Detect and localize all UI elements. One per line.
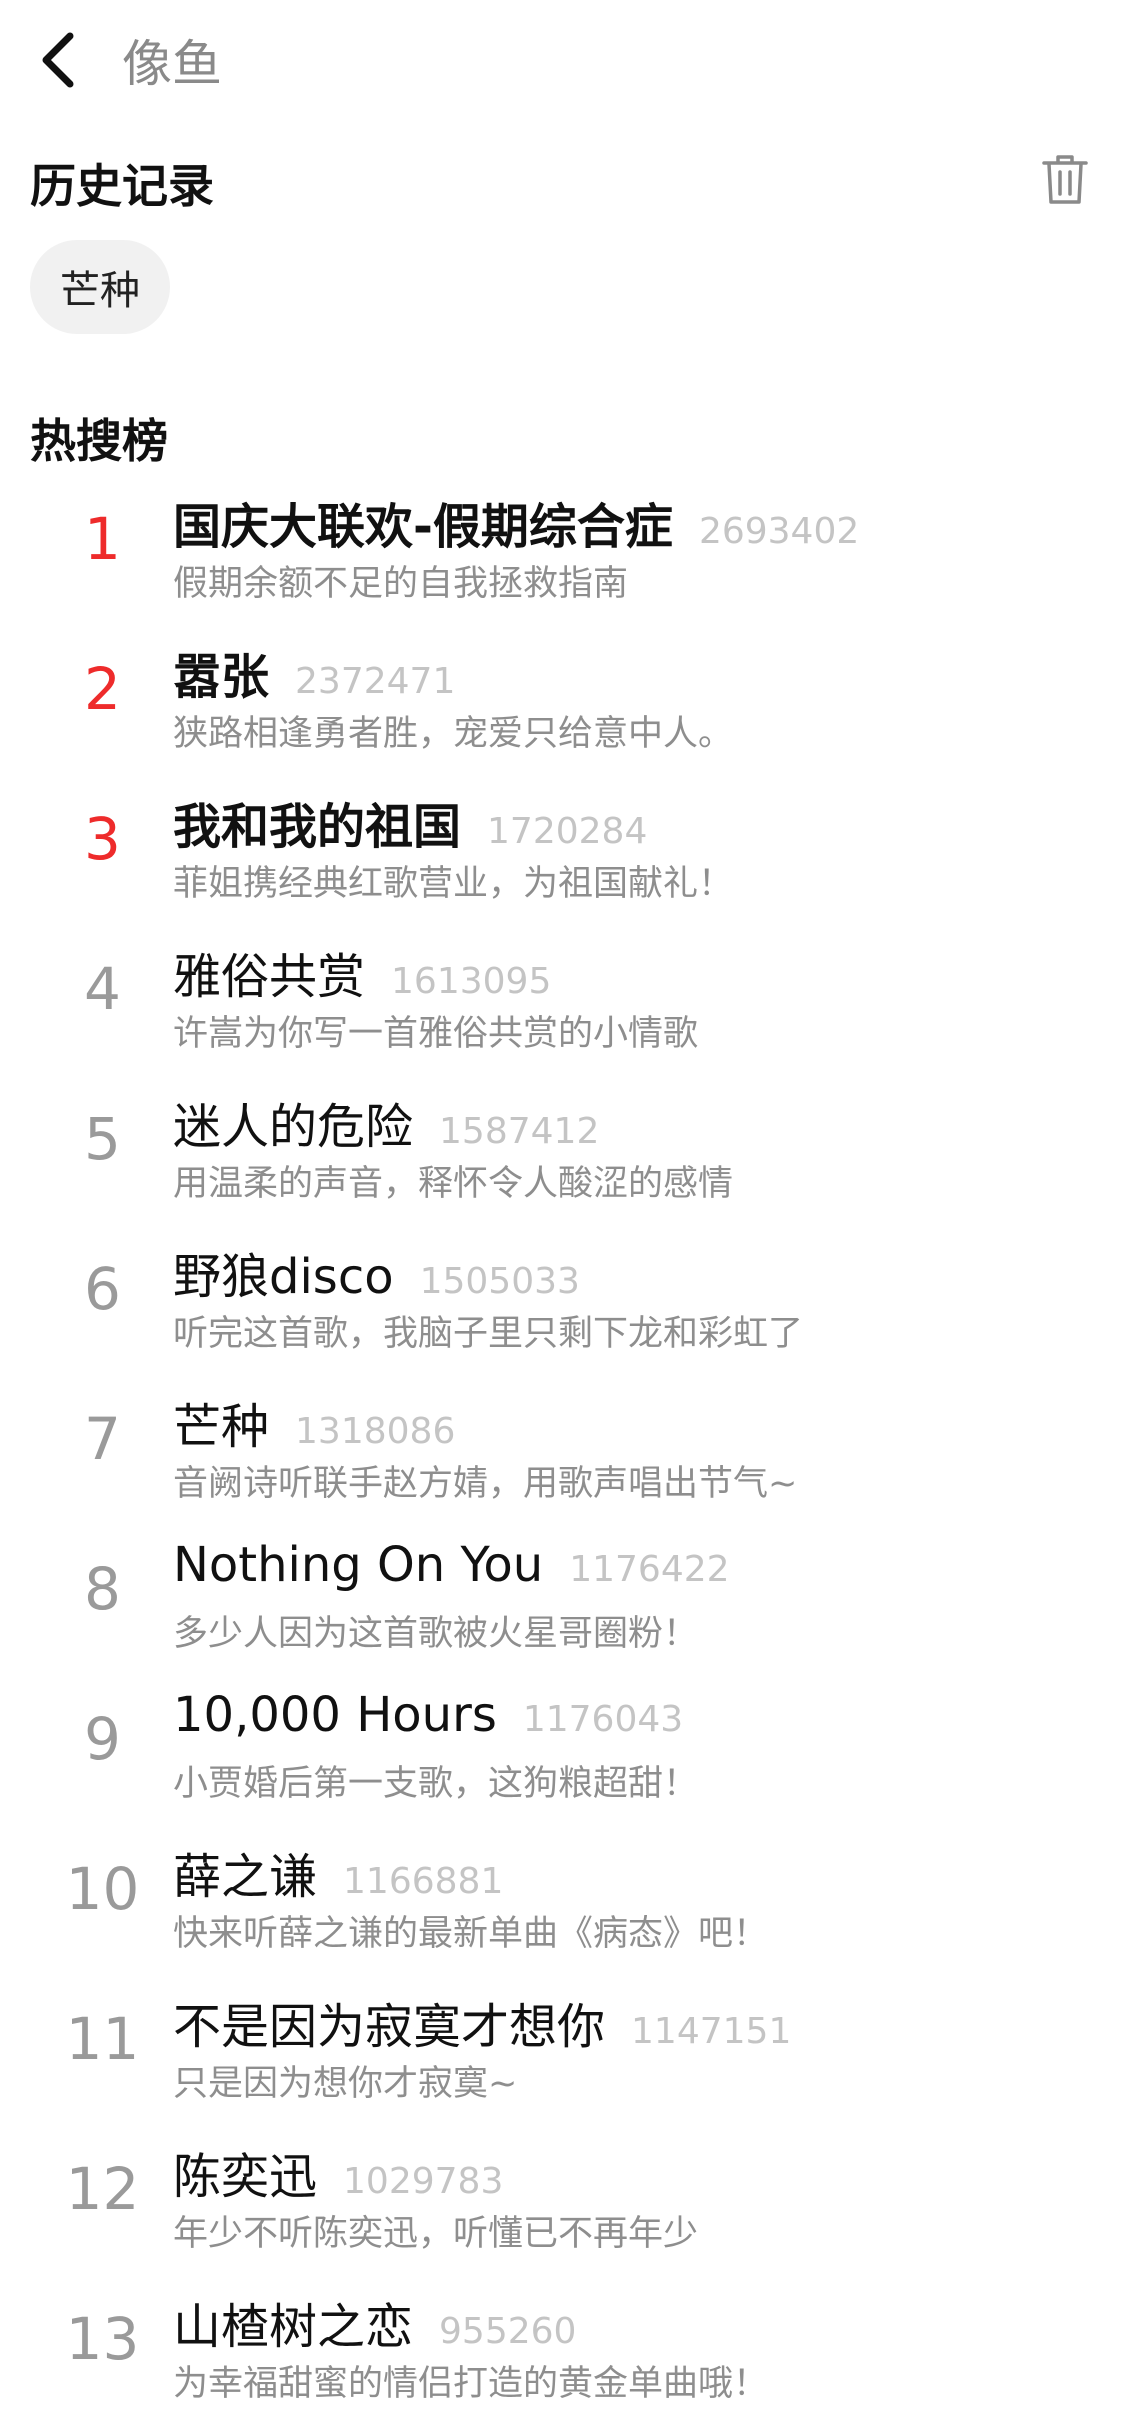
rank-number: 1	[84, 505, 121, 573]
rank-number: 11	[65, 2005, 140, 2073]
item-count: 2372471	[295, 661, 456, 702]
hot-search-item[interactable]: 3 我和我的祖国 1720284 菲姐携经典红歌营业，为祖国献礼！	[0, 775, 1125, 925]
hot-search-item[interactable]: 9 10,000 Hours 1176043 小贾婚后第一支歌，这狗粮超甜！	[0, 1675, 1125, 1825]
item-title: Nothing On You	[173, 1537, 544, 1593]
item-title-row: 10,000 Hours 1176043	[173, 1687, 683, 1743]
item-title: 雅俗共赏	[173, 949, 366, 1005]
item-title-row: 芒种 1318086	[173, 1387, 455, 1457]
rank-number: 8	[84, 1555, 121, 1623]
rank-number: 7	[84, 1405, 121, 1473]
item-title: 国庆大联欢-假期综合症	[173, 499, 673, 555]
item-title: 10,000 Hours	[173, 1687, 497, 1743]
item-title: 不是因为寂寞才想你	[173, 1999, 606, 2055]
item-description: 为幸福甜蜜的情侣打造的黄金单曲哦！	[173, 2364, 769, 2404]
chevron-left-icon	[42, 32, 74, 88]
item-description: 年少不听陈奕迅，听懂已不再年少	[173, 2214, 699, 2254]
clear-history-button[interactable]	[1035, 150, 1095, 210]
history-chip[interactable]: 芒种	[30, 240, 170, 334]
history-title: 历史记录	[30, 159, 214, 213]
item-count: 1318086	[295, 1411, 456, 1452]
item-description: 小贾婚后第一支歌，这狗粮超甜！	[173, 1764, 699, 1804]
item-title: 山楂树之恋	[173, 2299, 414, 2355]
item-title-row: 雅俗共赏 1613095	[173, 937, 551, 1007]
item-count: 1029783	[343, 2161, 504, 2202]
item-description: 狭路相逢勇者胜，宠爱只给意中人。	[173, 714, 734, 754]
rank-number: 12	[65, 2155, 140, 2223]
item-count: 1613095	[391, 961, 552, 1002]
hot-search-item[interactable]: 6 野狼disco 1505033 听完这首歌，我脑子里只剩下龙和彩虹了	[0, 1225, 1125, 1375]
item-description: 音阙诗听联手赵方婧，用歌声唱出节气~	[173, 1464, 798, 1504]
search-input[interactable]	[122, 28, 1022, 92]
rank-number: 9	[84, 1705, 121, 1773]
item-description: 快来听薛之谦的最新单曲《病态》吧！	[173, 1914, 769, 1954]
rank-number: 2	[84, 655, 121, 723]
item-description: 听完这首歌，我脑子里只剩下龙和彩虹了	[173, 1314, 804, 1354]
hot-search-item[interactable]: 8 Nothing On You 1176422 多少人因为这首歌被火星哥圈粉！	[0, 1525, 1125, 1675]
item-count: 955260	[439, 2311, 577, 2352]
item-title: 迷人的危险	[173, 1099, 414, 1155]
item-title-row: 国庆大联欢-假期综合症 2693402	[173, 487, 859, 557]
item-title: 陈奕迅	[173, 2149, 318, 2205]
item-title-row: 野狼disco 1505033	[173, 1237, 580, 1307]
hot-search-title: 热搜榜	[30, 414, 168, 468]
item-description: 菲姐携经典红歌营业，为祖国献礼！	[173, 864, 734, 904]
item-title-row: 山楂树之恋 955260	[173, 2287, 576, 2357]
rank-number: 4	[84, 955, 121, 1023]
item-title-row: 我和我的祖国 1720284	[173, 787, 647, 857]
hot-search-item[interactable]: 2 嚣张 2372471 狭路相逢勇者胜，宠爱只给意中人。	[0, 625, 1125, 775]
item-title-row: 嚣张 2372471	[173, 637, 455, 707]
hot-search-item[interactable]: 4 雅俗共赏 1613095 许嵩为你写一首雅俗共赏的小情歌	[0, 925, 1125, 1075]
item-count: 1176422	[569, 1549, 730, 1590]
item-title-row: 不是因为寂寞才想你 1147151	[173, 1987, 791, 2057]
hot-search-item[interactable]: 1 国庆大联欢-假期综合症 2693402 假期余额不足的自我拯救指南	[0, 475, 1125, 625]
item-title-row: 迷人的危险 1587412	[173, 1087, 599, 1157]
hot-search-item[interactable]: 11 不是因为寂寞才想你 1147151 只是因为想你才寂寞~	[0, 1975, 1125, 2125]
item-count: 1176043	[522, 1699, 684, 1740]
rank-number: 3	[84, 805, 121, 873]
rank-number: 13	[65, 2305, 140, 2373]
item-description: 多少人因为这首歌被火星哥圈粉！	[173, 1614, 699, 1654]
item-title-row: 陈奕迅 1029783	[173, 2137, 503, 2207]
item-count: 1505033	[419, 1261, 580, 1302]
item-count: 1587412	[439, 1111, 600, 1152]
item-description: 用温柔的声音，释怀令人酸涩的感情	[173, 1164, 734, 1204]
item-count: 1166881	[343, 1861, 504, 1902]
item-count: 1720284	[487, 811, 648, 852]
item-description: 假期余额不足的自我拯救指南	[173, 564, 629, 604]
item-count: 2693402	[698, 511, 860, 552]
item-title: 嚣张	[173, 649, 270, 705]
rank-number: 6	[84, 1255, 121, 1323]
hot-search-item[interactable]: 5 迷人的危险 1587412 用温柔的声音，释怀令人酸涩的感情	[0, 1075, 1125, 1225]
item-count: 1147151	[631, 2011, 792, 2052]
hot-search-item[interactable]: 12 陈奕迅 1029783 年少不听陈奕迅，听懂已不再年少	[0, 2125, 1125, 2275]
rank-number: 5	[84, 1105, 121, 1173]
item-description: 只是因为想你才寂寞~	[173, 2064, 518, 2104]
item-title: 野狼disco	[173, 1249, 394, 1305]
hot-search-item[interactable]: 10 薛之谦 1166881 快来听薛之谦的最新单曲《病态》吧！	[0, 1825, 1125, 1975]
item-title: 薛之谦	[173, 1849, 318, 1905]
item-title-row: Nothing On You 1176422	[173, 1537, 730, 1593]
hot-search-item[interactable]: 7 芒种 1318086 音阙诗听联手赵方婧，用歌声唱出节气~	[0, 1375, 1125, 1525]
hot-search-item[interactable]: 13 山楂树之恋 955260 为幸福甜蜜的情侣打造的黄金单曲哦！	[0, 2275, 1125, 2425]
search-header	[0, 0, 1125, 120]
item-title-row: 薛之谦 1166881	[173, 1837, 503, 1907]
hot-search-list: 1 国庆大联欢-假期综合症 2693402 假期余额不足的自我拯救指南 2 嚣张 2…	[0, 475, 1125, 2425]
item-title: 我和我的祖国	[173, 799, 462, 855]
item-title: 芒种	[173, 1399, 270, 1455]
trash-icon	[1042, 155, 1088, 204]
item-description: 许嵩为你写一首雅俗共赏的小情歌	[173, 1014, 699, 1054]
rank-number: 10	[65, 1855, 140, 1923]
back-button[interactable]	[26, 24, 90, 96]
